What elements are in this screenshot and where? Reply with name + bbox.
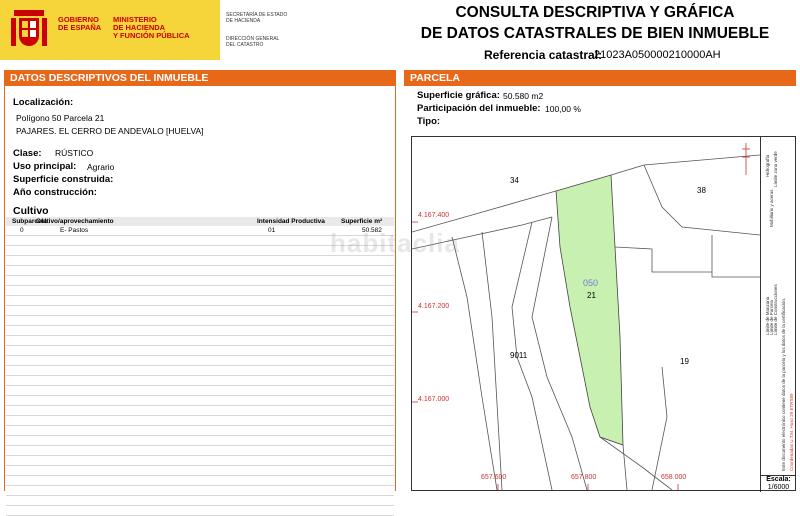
empty-table-row [6,276,394,286]
empty-table-row [6,376,394,386]
empty-table-row [6,466,394,476]
legend-line-3: Límite de Construcciones [773,284,778,335]
watermark-text: habitaclia [330,228,460,258]
scale-label: Escala: [766,476,791,483]
empty-table-row [6,446,394,456]
empty-table-row [6,266,394,276]
y-coord-2: 4.167.200 [418,303,450,310]
secretariat-label: SECRETARÍA DE ESTADO DE HACIENDA [226,12,288,24]
legend-line-6: Hidrografía [765,154,770,177]
map-drawing [412,143,760,490]
empty-table-row [6,476,394,486]
parcel-label-38: 38 [697,186,706,195]
empty-table-row [6,296,394,306]
empty-table-row [6,366,394,376]
location-label: Localización: [13,97,74,108]
empty-table-row [6,426,394,436]
built-area-label: Superficie construida: [13,174,114,185]
legend-line-4: Mobiliario y aceras [769,189,774,227]
coat-of-arms-icon [11,10,47,46]
crop-title: Cultivo [13,205,49,217]
legend-line-5: Límite zona verde [773,151,778,187]
empty-table-row [6,356,394,366]
use-label: Uso principal: [13,161,77,172]
surface-value: 50.580 m2 [503,91,544,101]
empty-table-row [6,346,394,356]
use-value: Agrario [87,162,115,172]
empty-table-row [6,506,394,516]
legend-line-7: Este documento electrónico contiene dato… [781,297,786,471]
map-scale: Escala: 1/6000 [760,475,796,492]
empty-table-row [6,436,394,446]
type-label: Tipo: [417,116,441,127]
parcel-label-19: 19 [680,357,689,366]
secretariat-panel [220,0,283,60]
empty-table-row [6,496,394,506]
empty-table-row [6,336,394,346]
empty-table-row [6,396,394,406]
year-label: Año construcción: [13,187,97,198]
location-line2: PAJARES. EL CERRO DE ANDEVALO [HUELVA] [16,126,204,136]
x-coord-1: 657.600 [481,474,507,481]
empty-table-row [6,406,394,416]
share-label: Participación del inmueble: [417,103,541,114]
government-label: GOBIERNO DE ESPAÑA [58,15,102,32]
north-arrow-icon [742,143,750,175]
empty-table-row [6,306,394,316]
cell-cultivo: E- Pastos [60,227,89,234]
empty-table-row [6,416,394,426]
parcel-header: PARCELA [404,70,796,86]
col-superficie: Superficie m² [341,218,383,225]
page-title-line1: CONSULTA DESCRIPTIVA Y GRÁFICA [455,4,735,21]
y-coord-3: 4.167.000 [418,396,450,403]
directorate-label: DIRECCIÓN GENERAL DEL CATASTRO [226,36,280,48]
page-title-line2: DE DATOS CATASTRALES DE BIEN INMUEBLE [420,25,770,42]
legend-line-8: Coordenadas U.T.M. Huso 29 ETRS89 [789,393,794,471]
empty-table-row [6,386,394,396]
cell-intensidad: 01 [268,227,276,234]
x-coord-2: 657.800 [571,474,597,481]
cadastral-ref-value: 21023A050000210000AH [594,49,721,61]
col-cultivo: Cultivo/aprovechamiento [36,218,114,225]
location-line1: Polígono 50 Parcela 21 [16,113,105,123]
parcel-code: 050 [583,278,599,288]
descriptive-data-header: DATOS DESCRIPTIVOS DEL INMUEBLE [4,70,396,86]
surface-label: Superficie gráfica: [417,90,500,101]
parcel-label-9011: 9011 [510,351,528,360]
crop-table: Subparcela Cultivo/aprovechamiento Inten… [6,217,394,516]
col-intensidad: Intensidad Productiva [257,218,325,225]
parcel-21-shape [555,174,624,446]
class-label: Clase: [13,148,42,159]
empty-table-row [6,326,394,336]
x-coord-3: 658.000 [661,474,687,481]
map-legend: Límite de Manzana Límite de Parcela Lími… [760,137,796,475]
empty-table-row [6,456,394,466]
empty-table-row [6,316,394,326]
parcel-label-21: 21 [587,291,596,300]
parcel-label-34: 34 [510,176,519,185]
share-value: 100,00 % [545,104,581,114]
crop-table-header: Subparcela Cultivo/aprovechamiento Inten… [6,217,394,226]
cadastral-ref-label: Referencia catastral: [484,48,603,62]
empty-table-row [6,286,394,296]
cell-subparcela: 0 [20,227,24,234]
coordinate-ticks [412,221,679,490]
ministry-label: MINISTERIO DE HACIENDA Y FUNCIÓN PÚBLICA [113,15,190,40]
empty-table-row [6,486,394,496]
class-value: RÚSTICO [55,148,94,158]
y-coord-1: 4.167.400 [418,212,450,219]
empty-rows [6,236,394,516]
